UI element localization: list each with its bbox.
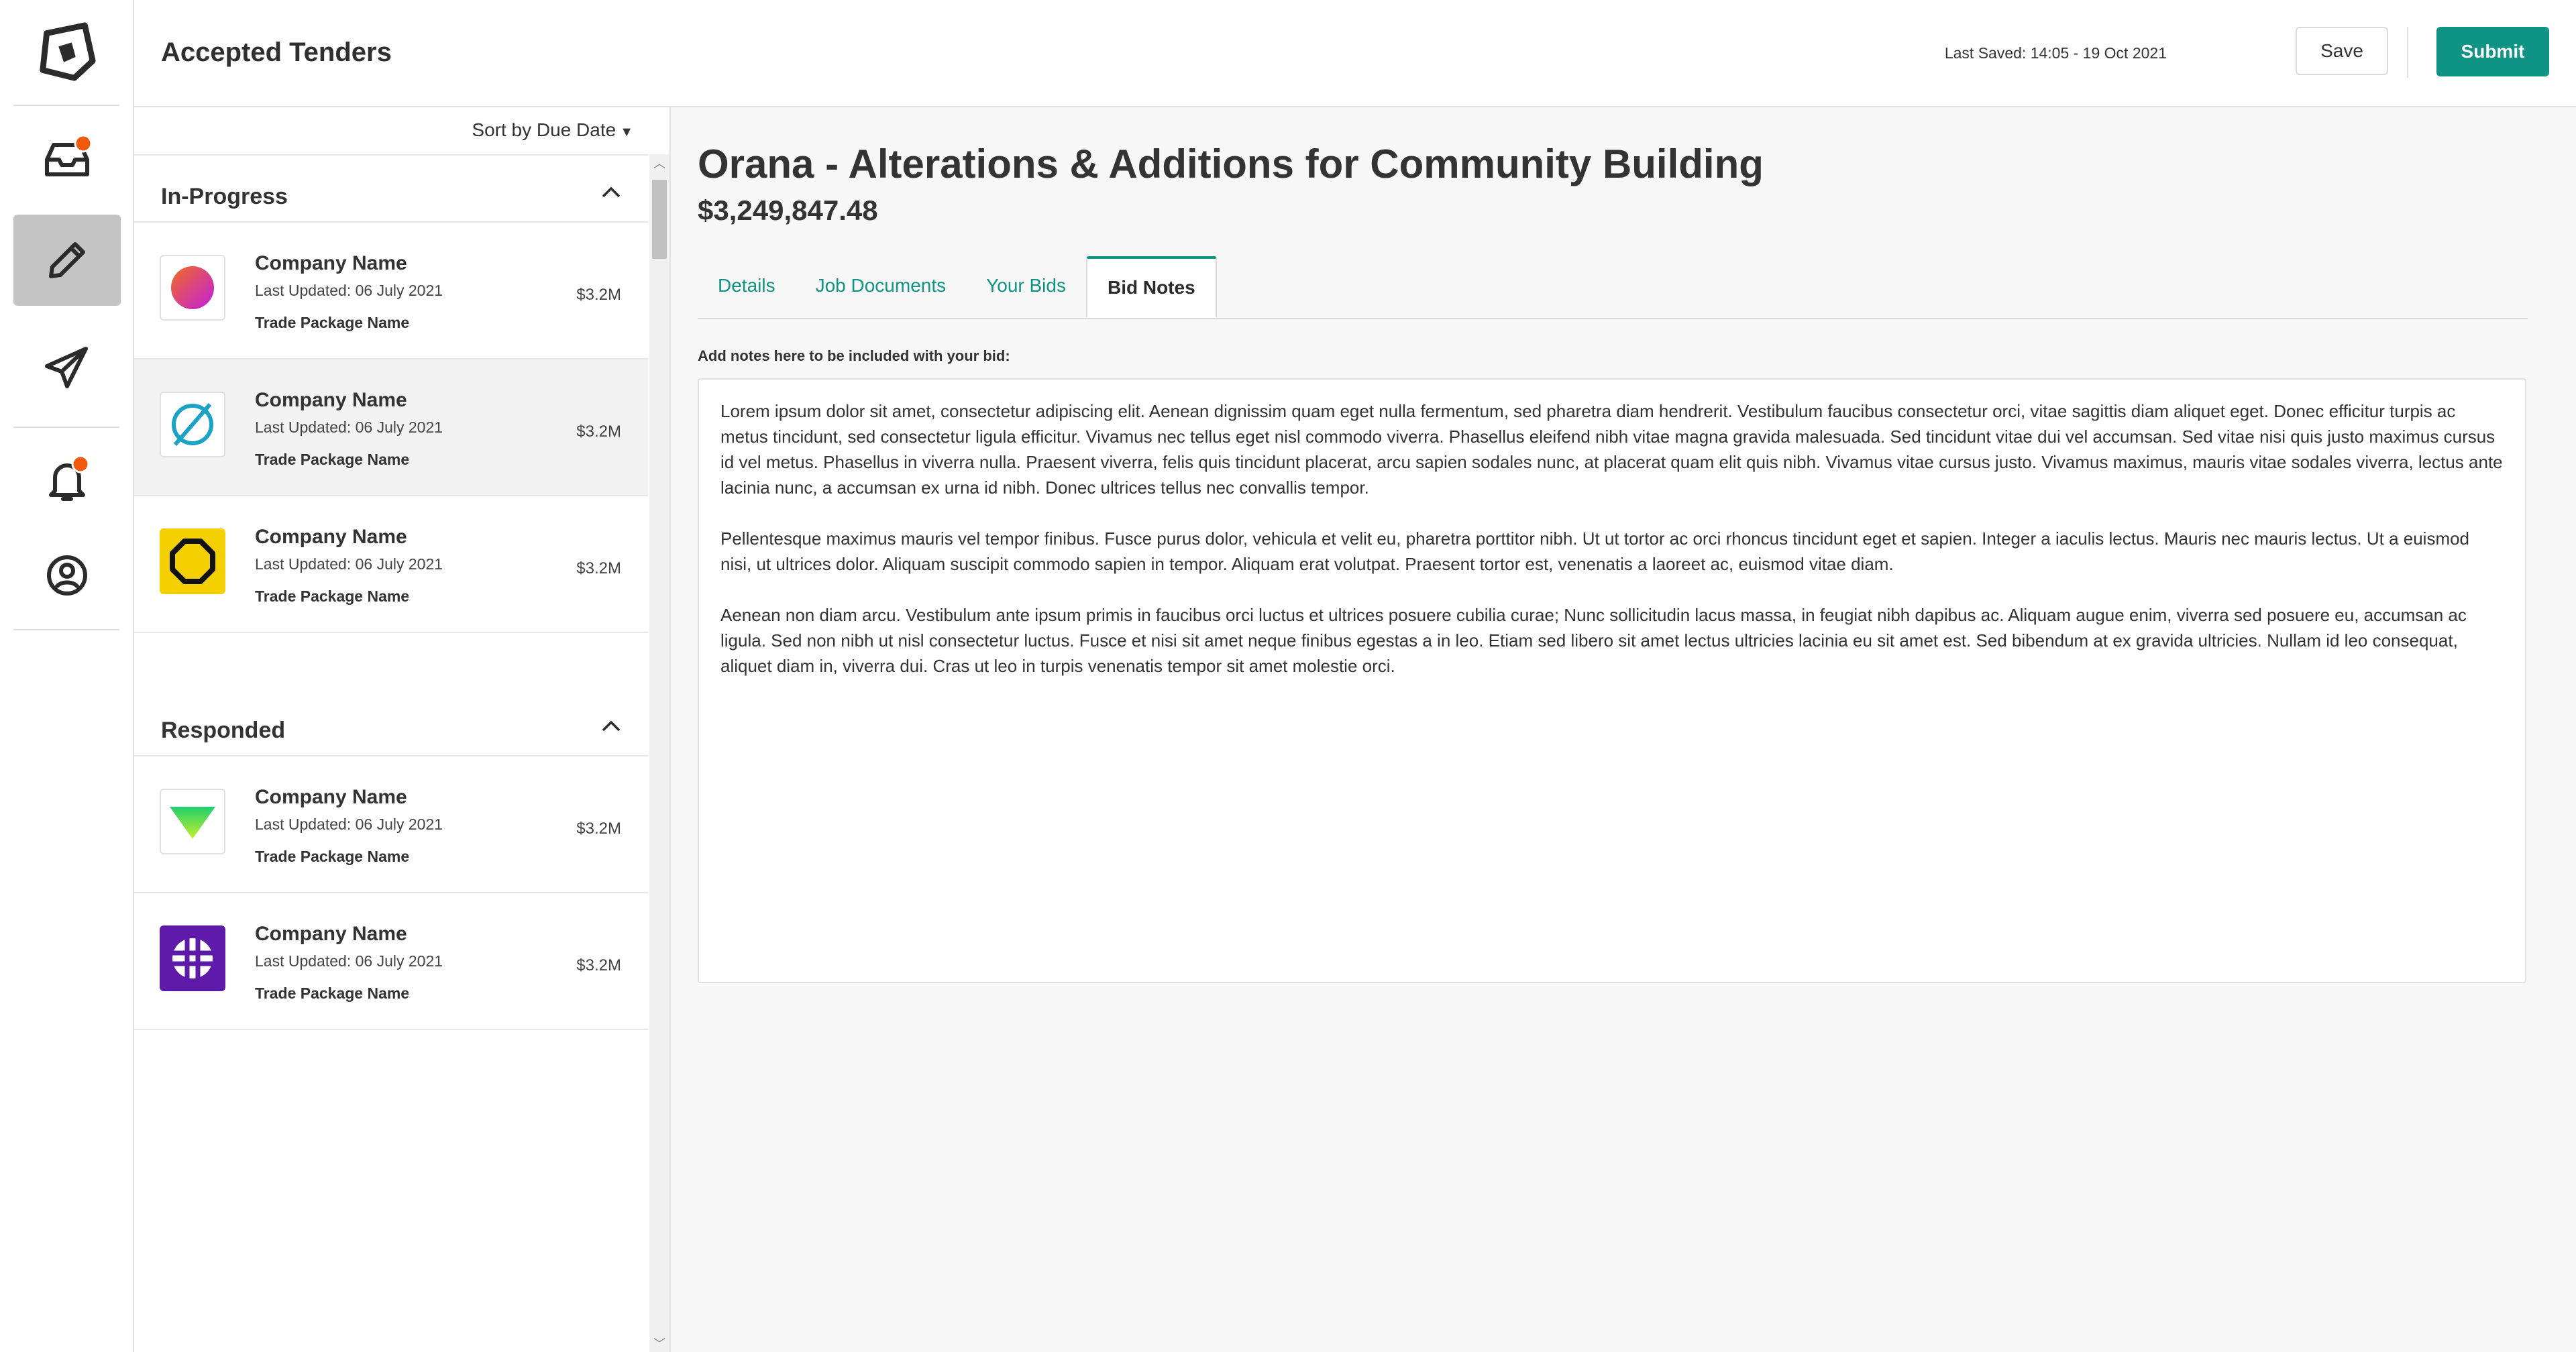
- trade-package: Trade Package Name: [255, 451, 410, 468]
- tender-list-panel: Sort by Due Date ▼ ︿ ﹀ In-Progress Compan…: [134, 107, 671, 1352]
- bid-notes-textarea[interactable]: Lorem ipsum dolor sit amet, consectetur …: [698, 378, 2526, 983]
- notification-badge: [71, 455, 90, 473]
- scroll-down-arrow-icon[interactable]: ﹀: [653, 1335, 665, 1352]
- tender-value: $3,249,847.48: [698, 194, 878, 226]
- tender-price: $3.2M: [576, 286, 621, 304]
- company-logo: [160, 925, 225, 991]
- notes-paragraph: Aenean non diam arcu. Vestibulum ante ip…: [720, 605, 2467, 676]
- group-header-in-progress[interactable]: In-Progress: [134, 156, 648, 223]
- tab-job-documents[interactable]: Job Documents: [796, 256, 967, 315]
- company-name: Company Name: [255, 389, 407, 411]
- nav-profile-button[interactable]: [13, 530, 121, 621]
- last-updated: Last Updated: 06 July 2021: [255, 282, 443, 299]
- group-title: In-Progress: [161, 184, 288, 209]
- company-name: Company Name: [255, 252, 407, 274]
- nav-tenders-button[interactable]: [13, 215, 121, 306]
- tender-list-item[interactable]: Company Name Last Updated: 06 July 2021 …: [134, 496, 648, 633]
- trade-package: Trade Package Name: [255, 587, 410, 605]
- chevron-up-icon[interactable]: [601, 719, 621, 732]
- paper-plane-icon: [45, 347, 88, 388]
- tab-bid-notes[interactable]: Bid Notes: [1085, 256, 1217, 318]
- slashed-circle-logo-icon: [172, 403, 213, 446]
- trade-package: Trade Package Name: [255, 314, 410, 331]
- pencil-icon: [49, 242, 85, 278]
- nav-rail: [0, 0, 134, 1352]
- sort-dropdown[interactable]: Sort by Due Date ▼: [472, 119, 633, 141]
- group-header-responded[interactable]: Responded: [134, 689, 648, 756]
- notes-label: Add notes here to be included with your …: [698, 347, 1010, 364]
- submit-button[interactable]: Submit: [2436, 27, 2549, 76]
- caret-down-icon: ▼: [620, 125, 633, 139]
- notification-badge: [74, 134, 93, 153]
- nav-notifications-button[interactable]: [13, 435, 121, 526]
- list-scrollbar[interactable]: ︿ ﹀: [649, 154, 669, 1352]
- user-circle-icon: [47, 555, 87, 596]
- company-logo: [160, 255, 225, 321]
- tender-price: $3.2M: [576, 820, 621, 838]
- last-saved-status: Last Saved: 14:05 - 19 Oct 2021: [1944, 44, 2167, 62]
- company-logo: [160, 392, 225, 457]
- notes-paragraph: Pellentesque maximus mauris vel tempor f…: [720, 528, 2470, 574]
- sort-label: Sort by Due Date: [472, 119, 616, 140]
- tab-your-bids[interactable]: Your Bids: [966, 256, 1086, 315]
- sort-bar: Sort by Due Date ▼: [134, 107, 648, 156]
- tender-price: $3.2M: [576, 422, 621, 441]
- company-name: Company Name: [255, 526, 407, 548]
- trade-package: Trade Package Name: [255, 984, 410, 1002]
- nav-divider: [13, 105, 119, 106]
- company-logo: [160, 528, 225, 594]
- trade-package: Trade Package Name: [255, 848, 410, 865]
- company-logo: [160, 789, 225, 854]
- tender-price: $3.2M: [576, 559, 621, 577]
- bell-icon: [49, 455, 90, 501]
- last-updated: Last Updated: 06 July 2021: [255, 418, 443, 436]
- tender-list-item[interactable]: Company Name Last Updated: 06 July 2021 …: [134, 756, 648, 893]
- chevron-up-icon[interactable]: [601, 185, 621, 199]
- octagon-logo-icon: [170, 539, 215, 584]
- company-name: Company Name: [255, 923, 407, 945]
- tab-details[interactable]: Details: [698, 256, 796, 315]
- save-button[interactable]: Save: [2296, 27, 2388, 75]
- header-divider: [2407, 27, 2408, 78]
- nav-inbox-button[interactable]: [13, 113, 121, 204]
- nav-divider: [13, 427, 119, 428]
- company-name: Company Name: [255, 786, 407, 808]
- tender-price: $3.2M: [576, 956, 621, 974]
- scroll-up-arrow-icon[interactable]: ︿: [653, 154, 665, 172]
- gradient-circle-logo-icon: [171, 266, 214, 309]
- app-logo-icon[interactable]: [34, 20, 99, 86]
- scroll-thumb[interactable]: [652, 180, 667, 259]
- inbox-icon: [45, 134, 93, 176]
- triangle-logo-icon: [170, 807, 215, 839]
- page-title: Accepted Tenders: [161, 38, 392, 67]
- tender-title: Orana - Alterations & Additions for Comm…: [698, 142, 1764, 186]
- tender-list-item[interactable]: Company Name Last Updated: 06 July 2021 …: [134, 893, 648, 1030]
- nav-sent-button[interactable]: [13, 322, 121, 413]
- notes-paragraph: Lorem ipsum dolor sit amet, consectetur …: [720, 401, 2503, 498]
- last-updated: Last Updated: 06 July 2021: [255, 952, 443, 970]
- tender-list-item[interactable]: Company Name Last Updated: 06 July 2021 …: [134, 359, 648, 496]
- detail-tabs: Details Job Documents Your Bids Bid Note…: [698, 256, 2528, 319]
- grid-circle-logo-icon: [171, 937, 214, 980]
- tender-detail-panel: Orana - Alterations & Additions for Comm…: [671, 107, 2576, 1352]
- last-updated: Last Updated: 06 July 2021: [255, 815, 443, 833]
- nav-divider: [13, 629, 119, 630]
- group-title: Responded: [161, 718, 286, 743]
- tender-list-item[interactable]: Company Name Last Updated: 06 July 2021 …: [134, 223, 648, 359]
- top-header: Accepted Tenders Last Saved: 14:05 - 19 …: [134, 0, 2576, 107]
- last-updated: Last Updated: 06 July 2021: [255, 555, 443, 573]
